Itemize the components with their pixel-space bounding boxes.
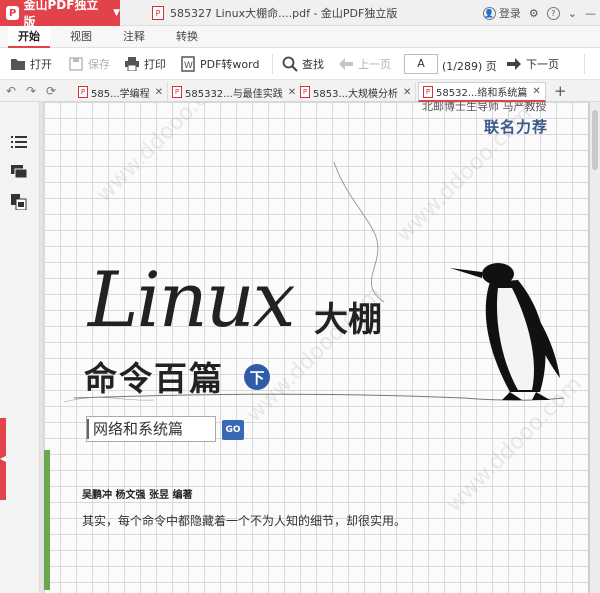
cover-tagline: 其实，每个命令中都隐藏着一个不为人知的细节，却很实用。 — [82, 514, 407, 528]
pdf-file-icon: P — [152, 6, 164, 20]
series-box: 网络和系统篇 — [86, 416, 216, 442]
prev-page-button[interactable]: 上一页 — [338, 54, 391, 74]
title-bar: P 金山PDF独立版 ▼ P 585327 Linux大棚命....pdf - … — [0, 0, 600, 29]
undo-icon[interactable]: ↶ — [6, 84, 16, 98]
cover-title-latin: Linux — [88, 255, 296, 344]
toolbar-divider — [272, 54, 273, 74]
user-icon: 👤 — [482, 6, 496, 20]
doc-tab-4[interactable]: P 58532...络和系统篇 ✕ — [418, 82, 546, 102]
document-title: P 585327 Linux大棚命....pdf - 金山PDF独立版 — [152, 0, 397, 26]
open-button[interactable]: 打开 — [10, 54, 52, 74]
menu-chevron-icon[interactable]: ⌄ — [568, 7, 577, 20]
green-accent-bar — [44, 450, 50, 590]
document-title-text: 585327 Linux大棚命....pdf - 金山PDF独立版 — [170, 7, 398, 20]
vertical-scrollbar[interactable] — [590, 102, 600, 593]
next-page-button[interactable]: 下一页 — [506, 54, 559, 74]
chevron-down-icon: ▼ — [113, 8, 120, 18]
pdf-file-icon: P — [423, 85, 433, 98]
scrollbar-thumb[interactable] — [592, 110, 598, 170]
penguin-illustration — [450, 263, 560, 400]
redo-icon[interactable]: ↷ — [26, 84, 36, 98]
toolbar: 打开 保存 打印 W PDF转word 查找 上一页 A (1/289) 页 下… — [0, 48, 600, 80]
svg-text:W: W — [184, 61, 193, 71]
pdf-file-icon: P — [300, 86, 310, 98]
gear-icon[interactable]: ⚙ — [529, 7, 539, 20]
save-label: 保存 — [88, 58, 110, 71]
thumbnails-icon[interactable] — [11, 194, 27, 210]
window-controls: 👤 登录 ⚙ ? ⌄ — — [482, 0, 596, 26]
outline-icon[interactable] — [11, 134, 27, 150]
cover-title-cn: 大棚 — [314, 300, 382, 340]
login-label: 登录 — [498, 7, 521, 20]
app-logo-icon: P — [6, 6, 20, 20]
document-tab-bar: ↶ ↷ ⟳ P 585...学编程 ✕ P 585332...与最佳实践 ✕ P… — [0, 80, 600, 102]
next-page-label: 下一页 — [526, 58, 559, 71]
close-icon[interactable]: ✕ — [288, 87, 296, 98]
prev-page-label: 上一页 — [358, 58, 391, 71]
find-button[interactable]: 查找 — [282, 54, 324, 74]
left-sidebar: ◀ — [0, 102, 40, 593]
print-label: 打印 — [144, 58, 166, 71]
doc-tab-label: 5853...大规模分析 — [313, 88, 398, 100]
close-icon[interactable]: ✕ — [532, 86, 540, 97]
history-icon[interactable]: ⟳ — [46, 84, 56, 98]
page-number-input[interactable]: A — [404, 54, 438, 74]
new-tab-icon[interactable]: + — [554, 82, 567, 100]
print-button[interactable]: 打印 — [124, 54, 166, 74]
pdf-page: www.ddooo.com www.ddooo.com www.ddooo.co… — [44, 102, 588, 593]
pdf-to-word-label: PDF转word — [200, 58, 260, 71]
page-count: (1/289) 页 — [442, 60, 497, 73]
open-label: 打开 — [30, 58, 52, 71]
doc-tab-2[interactable]: P 585332...与最佳实践 ✕ — [168, 82, 302, 102]
tab-annotate[interactable]: 注释 — [113, 26, 155, 48]
app-menu-button[interactable]: P 金山PDF独立版 ▼ — [0, 0, 120, 29]
pdf-file-icon: P — [172, 86, 182, 98]
document-viewport[interactable]: www.ddooo.com www.ddooo.com www.ddooo.co… — [40, 102, 600, 593]
convert-icon: W — [180, 56, 196, 72]
find-label: 查找 — [302, 58, 324, 71]
search-icon — [282, 56, 298, 72]
save-button[interactable]: 保存 — [68, 54, 110, 74]
menu-bar: 开始 视图 注释 转换 — [0, 26, 600, 48]
sidebar-collapse-handle[interactable]: ◀ — [0, 418, 6, 500]
toolbar-divider-end — [584, 54, 585, 74]
close-icon[interactable]: ✕ — [155, 87, 163, 98]
cover-authors: 吴鹏冲 杨文强 张昱 编著 — [82, 490, 193, 501]
login-button[interactable]: 👤 登录 — [482, 5, 521, 21]
pdf-to-word-button[interactable]: W PDF转word — [180, 54, 259, 74]
doc-tab-1[interactable]: P 585...学编程 ✕ — [74, 82, 169, 102]
doc-tab-label: 58532...络和系统篇 — [436, 88, 528, 99]
doc-tab-label: 585...学编程 — [91, 88, 150, 100]
doc-tab-label: 585332...与最佳实践 — [185, 88, 283, 100]
minimize-icon[interactable]: — — [585, 7, 596, 20]
save-icon — [68, 56, 84, 72]
comments-icon[interactable] — [11, 164, 27, 180]
tab-convert[interactable]: 转换 — [166, 26, 208, 48]
tab-start[interactable]: 开始 — [8, 26, 50, 48]
cover-subtitle: 命令百篇 — [84, 359, 224, 398]
printer-icon — [124, 56, 140, 72]
folder-icon — [10, 56, 26, 72]
arrow-right-icon — [506, 56, 522, 72]
close-icon[interactable]: ✕ — [403, 87, 411, 98]
doc-tab-3[interactable]: P 5853...大规模分析 ✕ — [296, 82, 417, 102]
arrow-left-icon — [338, 56, 354, 72]
chevron-left-icon: ◀ — [0, 454, 7, 463]
go-badge: GO — [222, 420, 244, 440]
tab-view[interactable]: 视图 — [60, 26, 102, 48]
pdf-file-icon: P — [78, 86, 88, 98]
help-icon[interactable]: ? — [546, 6, 560, 20]
volume-badge: 下 — [244, 364, 270, 390]
